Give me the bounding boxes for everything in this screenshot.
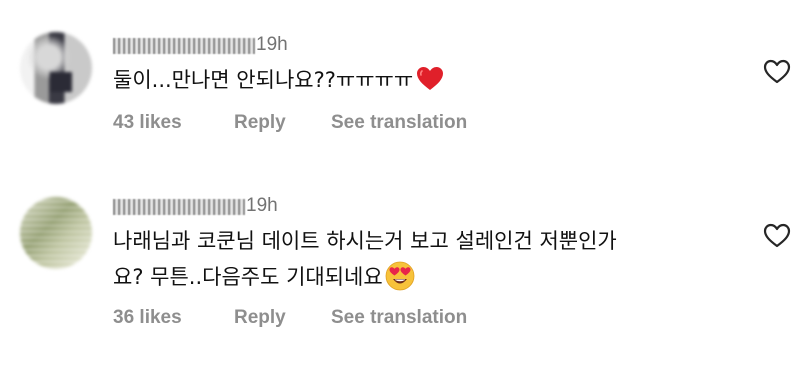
comment-time: 19h <box>256 34 288 55</box>
comment-text: 둘이...만나면 안되나요??ㅠㅠㅠㅠ <box>113 62 444 103</box>
red-heart-emoji-icon <box>416 66 444 103</box>
username-redacted[interactable] <box>113 199 245 215</box>
see-translation-button[interactable]: See translation <box>331 112 467 134</box>
comment-text-line-2-content: 요? 무튼..다음주도 기대되네요 <box>113 265 383 289</box>
reply-button[interactable]: Reply <box>234 112 286 134</box>
username-redacted[interactable] <box>113 38 255 54</box>
heart-eyes-emoji-icon <box>385 261 415 302</box>
heart-outline-icon[interactable] <box>763 223 791 249</box>
avatar[interactable] <box>20 197 92 269</box>
comment-text: 나래님과 코쿤님 데이트 하시는거 보고 설레인건 저뿐인가 요? 무튼..다음… <box>113 223 617 302</box>
comment-text-line-2: 요? 무튼..다음주도 기대되네요 <box>113 259 617 302</box>
see-translation-button[interactable]: See translation <box>331 307 467 329</box>
heart-outline-icon[interactable] <box>763 59 791 85</box>
likes-count[interactable]: 43 likes <box>113 112 182 134</box>
comment-text-line-1: 나래님과 코쿤님 데이트 하시는거 보고 설레인건 저뿐인가 <box>113 229 617 253</box>
comment-time: 19h <box>246 195 278 216</box>
reply-button[interactable]: Reply <box>234 307 286 329</box>
likes-count[interactable]: 36 likes <box>113 307 182 329</box>
avatar[interactable] <box>20 32 92 104</box>
comment-text-content: 둘이...만나면 안되나요??ㅠㅠㅠㅠ <box>113 68 414 92</box>
